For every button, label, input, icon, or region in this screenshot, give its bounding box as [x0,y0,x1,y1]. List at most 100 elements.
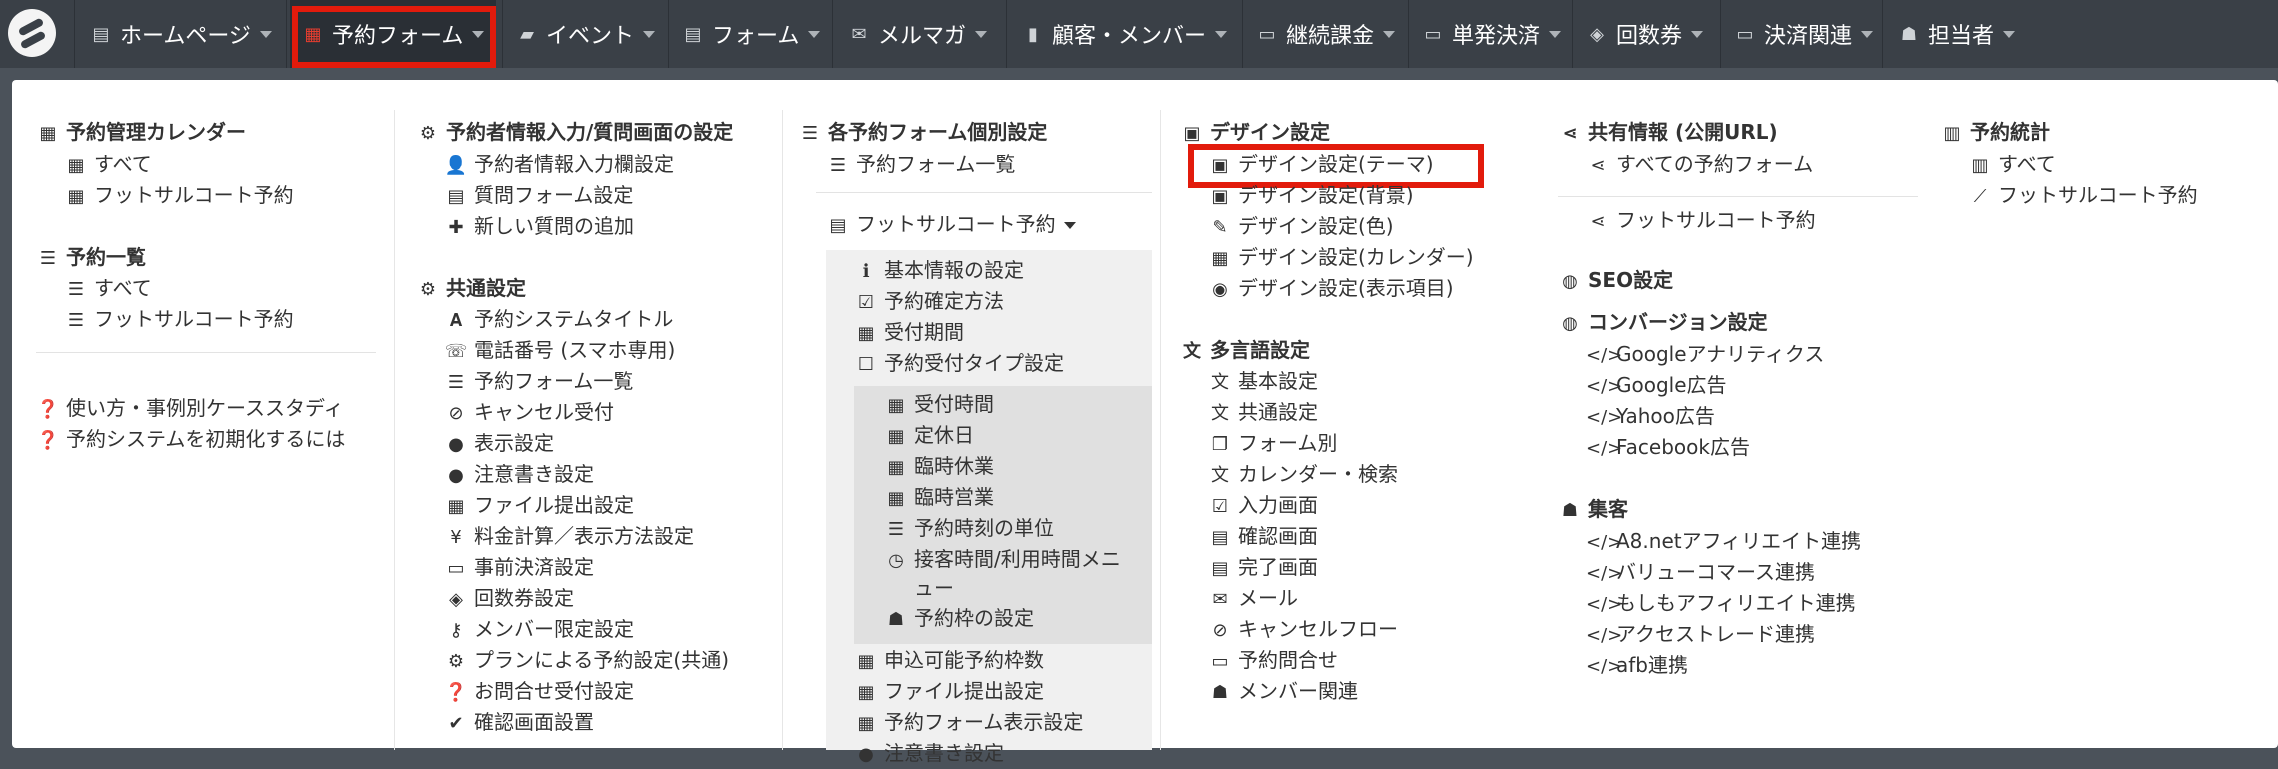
nav-event[interactable]: ▰ イベント [504,0,668,68]
submenu-item[interactable]: ▦ 受付時間 [884,390,994,420]
menu-item-form-list[interactable]: ☰ 予約フォーム一覧 [826,150,1015,180]
ticket-icon: ◈ [1590,23,1604,45]
caret-down-icon [259,30,272,38]
menu-item-affiliate[interactable]: </>afb連携 [1586,651,1688,681]
nav-homepage[interactable]: ▤ ホームページ [78,0,286,68]
menu-item-common[interactable]: ⚙ プランによる予約設定(共通) [444,646,729,676]
nav-single-payment[interactable]: ▭ 単発決済 [1410,0,1572,68]
submenu-item[interactable]: ▦ 臨時営業 [884,483,994,513]
nav-mailmag[interactable]: ✉ メルマガ [836,0,1004,68]
menu-item-common[interactable]: ✔ 確認画面設置 [444,708,594,738]
menu-item-common[interactable]: ◈ 回数券設定 [444,584,574,614]
calendar-check-icon: ▦ [857,323,875,344]
menu-header-individual-settings: ☰ 各予約フォーム個別設定 [798,118,1047,148]
menu-item-affiliate[interactable]: </>もしもアフィリエイト連携 [1586,589,1856,619]
menu-item-common[interactable]: ⊘ キャンセル受付 [444,398,614,428]
menu-item-design-display[interactable]: ◉ デザイン設定(表示項目) [1208,274,1453,304]
menu-item-lang[interactable]: ▤ 確認画面 [1208,522,1318,552]
menu-item-conversion[interactable]: </>Yahoo広告 [1586,402,1715,432]
menu-item-common[interactable]: ▦ ファイル提出設定 [444,491,634,521]
menu-item-common[interactable]: ⚷ メンバー限定設定 [444,615,634,645]
menu-item-common[interactable]: ▭ 事前決済設定 [444,553,594,583]
menu-item-lang[interactable]: ☑ 入力画面 [1208,491,1318,521]
submenu-item[interactable]: ☗ 予約枠の設定 [884,604,1034,634]
menu-header-stats: ▥ 予約統計 [1940,118,2050,148]
bar-chart-icon: ▥ [1943,123,1961,144]
submenu-item[interactable]: ▦ 予約フォーム表示設定 [854,708,1083,738]
language-icon: 文 [1211,372,1229,393]
menu-item-help-casestudy[interactable]: ❓ 使い方・事例別ケーススタディ [36,394,344,424]
menu-item-stats-all[interactable]: ▥ すべて [1968,150,2055,180]
nav-form[interactable]: ▤ フォーム [670,0,832,68]
menu-item-common[interactable]: ● 注意書き設定 [444,460,594,490]
menu-item-list-futsal[interactable]: ☰ フットサルコート予約 [64,305,294,335]
menu-item-input-fields[interactable]: 👤 予約者情報入力欄設定 [444,150,674,180]
menu-item-add-question[interactable]: ✚ 新しい質問の追加 [444,212,634,242]
submenu-item[interactable]: ◷ 接客時間/利用時間メニ [884,545,1121,575]
nav-ticket[interactable]: ◈ 回数券 [1574,0,1724,68]
menu-item-calendar-all[interactable]: ▦ すべて [64,150,151,180]
menu-item-lang[interactable]: ✉ メール [1208,584,1298,614]
menu-item-lang[interactable]: ⊘ キャンセルフロー [1208,615,1398,645]
submenu-item[interactable]: ℹ 基本情報の設定 [854,256,1024,286]
menu-item-affiliate[interactable]: </>アクセストレード連携 [1586,620,1815,650]
submenu-item[interactable]: ☑ 予約確定方法 [854,287,1004,317]
submenu-item[interactable]: ▦ 受付期間 [854,318,964,348]
share-alt-icon: ⋖ [1562,123,1578,144]
language-icon: 文 [1183,341,1201,362]
menu-item-design-color[interactable]: ✎ デザイン設定(色) [1208,212,1393,242]
submenu-item[interactable]: ☰ 予約時刻の単位 [884,514,1054,544]
nav-subscription[interactable]: ▭ 継続課金 [1244,0,1416,68]
list-icon: ☰ [801,123,819,144]
menu-item-question-form[interactable]: ▤ 質問フォーム設定 [444,181,633,211]
menu-item-affiliate[interactable]: </>バリューコマース連携 [1586,558,1815,588]
menu-item-stats-futsal[interactable]: ⟋ フットサルコート予約 [1968,181,2198,211]
menu-item-lang[interactable]: ❐ フォーム別 [1208,429,1337,459]
menu-item-design-calendar[interactable]: ▦ デザイン設定(カレンダー) [1208,243,1473,273]
calendar-icon: ▦ [67,186,85,207]
menu-item-common[interactable]: 𝐀 予約システムタイトル [444,305,674,335]
menu-header-seo[interactable]: ◍ SEO設定 [1558,266,1673,296]
code-icon: </> [1586,656,1623,677]
caret-down-icon [1215,30,1228,38]
phone-icon: ☏ [444,341,468,362]
code-icon: </> [1586,563,1623,584]
menu-item-common[interactable]: ● 表示設定 [444,429,554,459]
menu-item-conversion[interactable]: </>Facebook広告 [1586,433,1750,463]
menu-item-futsal-dropdown[interactable]: ▤ フットサルコート予約 [826,210,1076,240]
menu-item-conversion[interactable]: </>Google広告 [1586,371,1727,401]
nav-payment-related[interactable]: ▭ 決済関連 [1722,0,1882,68]
menu-item-calendar-futsal[interactable]: ▦ フットサルコート予約 [64,181,293,211]
menu-item-list-all[interactable]: ☰ すべて [64,274,152,304]
clock-icon: ◷ [888,550,904,571]
book-icon: ▮ [1028,23,1038,45]
menu-item-conversion[interactable]: </>Googleアナリティクス [1586,340,1824,370]
menu-item-common[interactable]: ☰ 予約フォーム一覧 [444,367,633,397]
submenu-item[interactable]: ☐ 予約受付タイプ設定 [854,349,1064,379]
menu-item-lang[interactable]: 文カレンダー・検索 [1208,460,1398,490]
menu-item-lang[interactable]: ▭ 予約問合せ [1208,646,1338,676]
app-logo[interactable] [8,9,56,57]
menu-item-common[interactable]: ☏ 電話番号 (スマホ専用) [444,336,676,366]
submenu-item[interactable]: ▦ 臨時休業 [884,452,994,482]
menu-item-lang[interactable]: ▤ 完了画面 [1208,553,1318,583]
submenu-item[interactable]: ● 注意書き設定 [854,739,1004,769]
menu-item-lang[interactable]: ☗ メンバー関連 [1208,677,1358,707]
menu-item-help-initialize[interactable]: ❓ 予約システムを初期化するには [36,425,346,455]
menu-item-common[interactable]: ¥ 料金計算／表示方法設定 [444,522,694,552]
menu-item-common[interactable]: ❓ お問合せ受付設定 [444,677,634,707]
menu-item-share-futsal[interactable]: ⋖ フットサルコート予約 [1586,206,1815,236]
menu-item-affiliate[interactable]: </>A8.netアフィリエイト連携 [1586,527,1861,557]
submenu-item[interactable]: ▦ 定休日 [884,421,974,451]
menu-item-share-all[interactable]: ⋖ すべての予約フォーム [1586,150,1813,180]
code-icon: </> [1586,407,1623,428]
menu-item-lang[interactable]: 文共通設定 [1208,398,1318,428]
submenu-item[interactable]: ▦ 申込可能予約枠数 [854,646,1044,676]
nav-staff[interactable]: ☗ 担当者 [1886,0,2022,68]
yen-icon: ¥ [450,527,462,548]
submenu-item[interactable]: ▦ ファイル提出設定 [854,677,1044,707]
list-icon: ☰ [447,372,465,393]
menu-item-lang[interactable]: 文基本設定 [1208,367,1318,397]
menu-item-design-background[interactable]: ▣ デザイン設定(背景) [1208,181,1413,211]
nav-customer-member[interactable]: ▮ 顧客・メンバー [1010,0,1244,68]
